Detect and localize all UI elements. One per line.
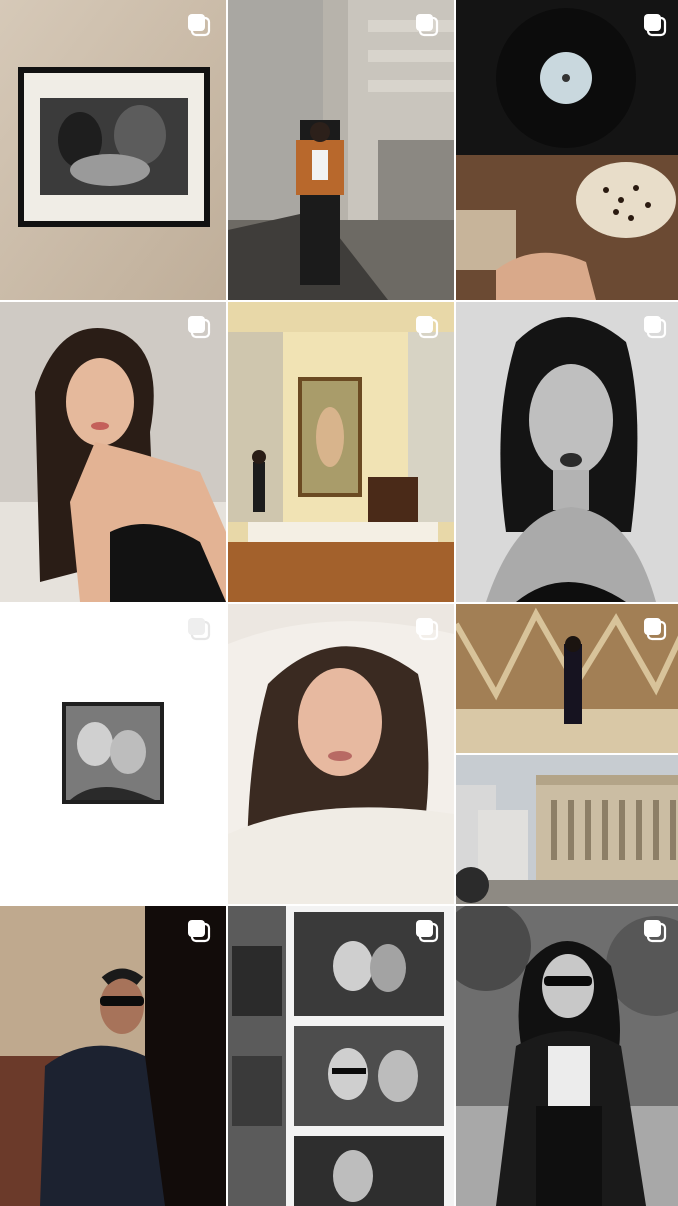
- carousel-icon: [186, 12, 212, 38]
- post-image: [228, 604, 454, 904]
- carousel-icon: [642, 918, 668, 944]
- post-image: [228, 906, 454, 1206]
- post-image: [456, 906, 678, 1206]
- carousel-icon: [186, 616, 212, 642]
- carousel-icon: [186, 918, 212, 944]
- post-tile-woman-sunglasses-denim[interactable]: [0, 906, 226, 1206]
- carousel-icon: [642, 12, 668, 38]
- post-tile-gallery-and-city[interactable]: [456, 604, 678, 904]
- carousel-icon: [642, 314, 668, 340]
- post-tile-museum-painting[interactable]: [228, 302, 454, 602]
- post-image: [0, 0, 226, 300]
- carousel-icon: [186, 314, 212, 340]
- post-tile-bw-woman-park[interactable]: [456, 906, 678, 1206]
- post-image: [0, 302, 226, 602]
- post-tile-photobooth-print[interactable]: [0, 604, 226, 904]
- post-image: [228, 302, 454, 602]
- post-tile-bw-portrait[interactable]: [456, 302, 678, 602]
- post-tile-woman-at-building[interactable]: [228, 0, 454, 300]
- post-image: [456, 302, 678, 602]
- post-image: [228, 0, 454, 300]
- post-tile-photobooth-strips[interactable]: [228, 906, 454, 1206]
- profile-post-grid: [0, 0, 678, 1206]
- post-image: [0, 604, 226, 904]
- carousel-icon: [414, 12, 440, 38]
- post-tile-selfie-white-sweater[interactable]: [228, 604, 454, 904]
- carousel-icon: [642, 616, 668, 642]
- carousel-icon: [414, 314, 440, 340]
- post-tile-portrait-black-dress[interactable]: [0, 302, 226, 602]
- post-tile-framed-photo[interactable]: [0, 0, 226, 300]
- post-tile-record-and-cocktail[interactable]: [456, 0, 678, 300]
- post-image: [456, 0, 678, 300]
- carousel-icon: [414, 918, 440, 944]
- carousel-icon: [414, 616, 440, 642]
- post-image: [0, 906, 226, 1206]
- city-image: [456, 755, 678, 904]
